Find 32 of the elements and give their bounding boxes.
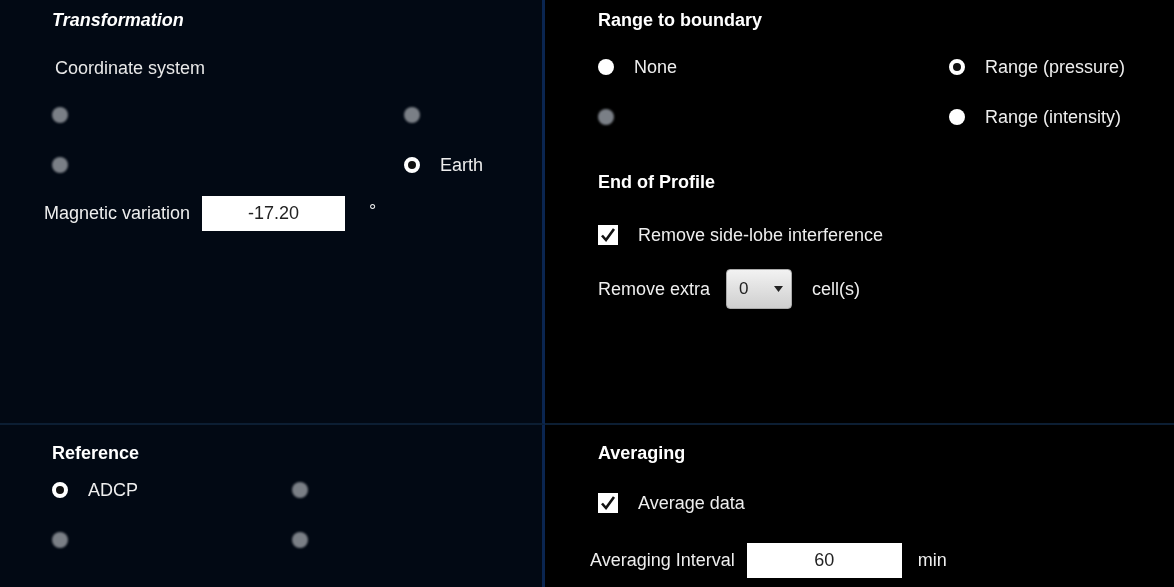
- dropdown[interactable]: 0: [726, 269, 793, 309]
- checkbox-label[interactable]: Remove side-lobe interference: [638, 221, 884, 249]
- radio-label[interactable]: Range (intensity): [985, 103, 1122, 131]
- radio-label[interactable]: ADCP: [88, 476, 138, 504]
- group-label: Coordinate system: [55, 57, 206, 80]
- radio-label[interactable]: Earth: [440, 151, 484, 179]
- checkbox[interactable]: [598, 225, 618, 245]
- input-field[interactable]: 60: [746, 543, 902, 578]
- field-label: Magnetic variation: [44, 202, 191, 225]
- section-heading: Reference: [52, 442, 140, 465]
- section-heading: Transformation: [52, 9, 184, 32]
- unit-label: °: [369, 200, 377, 223]
- input-field[interactable]: -17.20: [202, 196, 346, 231]
- unit-label: cell(s): [812, 277, 861, 301]
- radio-label[interactable]: None: [634, 53, 678, 81]
- section-heading: Averaging: [598, 442, 686, 465]
- radio-button[interactable]: [949, 109, 965, 125]
- radio-button[interactable]: [949, 59, 965, 75]
- checkbox[interactable]: [598, 493, 618, 513]
- unit-label: min: [917, 549, 947, 572]
- section-heading: Range to boundary: [598, 9, 762, 32]
- radio-button[interactable]: [598, 59, 614, 75]
- radio-button[interactable]: [404, 157, 420, 173]
- check-icon: [600, 495, 616, 511]
- check-icon: [600, 227, 616, 243]
- radio-label[interactable]: Range (pressure): [985, 53, 1126, 81]
- field-label: Remove extra: [598, 277, 711, 301]
- checkbox-label[interactable]: Average data: [638, 489, 745, 517]
- section-heading: End of Profile: [598, 171, 715, 194]
- caret-icon: [774, 286, 784, 292]
- field-label: Averaging Interval: [590, 549, 735, 572]
- radio-button[interactable]: [52, 482, 68, 498]
